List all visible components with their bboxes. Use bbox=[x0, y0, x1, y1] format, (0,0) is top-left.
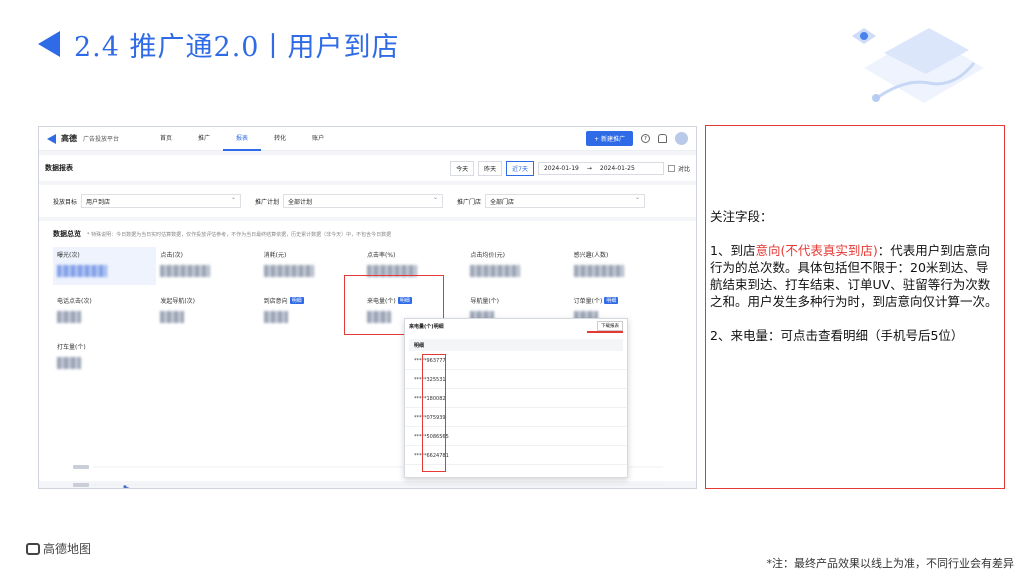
metric-value-blurred bbox=[263, 265, 314, 277]
title-arrow-icon bbox=[38, 31, 60, 57]
metric-interested[interactable]: 感兴趣(人数) bbox=[570, 247, 673, 285]
slide-title: 2.4 推广通2.0丨用户到店 bbox=[38, 26, 400, 63]
date-tab-today[interactable]: 今天 bbox=[450, 160, 475, 176]
metric-label: 打车量(个) bbox=[57, 344, 86, 351]
download-report-button[interactable]: 下载报表 bbox=[597, 321, 623, 331]
metric-value-blurred bbox=[57, 265, 107, 277]
y-tick-blurred bbox=[73, 465, 89, 469]
date-tab-7days[interactable]: 近7天 bbox=[506, 160, 534, 176]
filter-store-label: 推广门店 bbox=[457, 198, 482, 206]
metric-label: 订单量(个) bbox=[573, 298, 603, 305]
main-nav: 首页 推广 报表 转化 账户 bbox=[147, 127, 337, 151]
nav-account[interactable]: 账户 bbox=[299, 127, 337, 151]
detail-tag[interactable]: 明细 bbox=[604, 297, 619, 304]
avatar[interactable] bbox=[675, 132, 688, 145]
metric-label: 导航量(个) bbox=[470, 298, 500, 305]
filter-store: 推广门店 全部门店 bbox=[457, 194, 646, 208]
data-point bbox=[123, 485, 127, 488]
metric-value-blurred bbox=[160, 311, 185, 323]
filter-goal-select[interactable]: 用户到店 bbox=[81, 194, 242, 208]
filter-goal-label: 投放目标 bbox=[53, 198, 78, 206]
compare-toggle[interactable]: 对比 bbox=[667, 164, 690, 173]
metric-clicks[interactable]: 点击(次) bbox=[156, 247, 259, 285]
metric-label: 点击(次) bbox=[160, 252, 184, 259]
filter-store-select[interactable]: 全部门店 bbox=[485, 194, 646, 208]
series-line bbox=[124, 486, 130, 488]
overview-note: * 特殊说明：今日数据为当日实时估算数据，仅作投放评估参考，不作为当日最终结算依… bbox=[87, 232, 392, 238]
logo-arrow-icon bbox=[47, 133, 56, 144]
logo-subtitle: 广告投放平台 bbox=[83, 136, 120, 143]
metric-value-blurred bbox=[57, 357, 81, 369]
brand-logo: 高德地图 bbox=[26, 540, 91, 557]
metric-cpc[interactable]: 点击均价(元) bbox=[466, 247, 569, 285]
topbar-actions: + 新建推广 ? bbox=[586, 131, 688, 146]
help-icon[interactable]: ? bbox=[641, 134, 650, 143]
slide-title-text: 2.4 推广通2.0丨用户到店 bbox=[74, 31, 400, 63]
filter-plan: 推广计划 全部计划 bbox=[255, 194, 444, 208]
phone-column-highlight bbox=[422, 354, 446, 472]
note-1-prefix: 1、到店 bbox=[710, 243, 756, 258]
download-highlight-line bbox=[587, 331, 623, 333]
nav-conversion[interactable]: 转化 bbox=[261, 127, 299, 151]
metric-label: 曝光(次) bbox=[57, 252, 80, 259]
note-1: 1、到店意向(不代表真实到店)：代表用户到店意向行为的总次数。具体包括但不限于：… bbox=[710, 242, 1000, 310]
metric-label: 感兴趣(人数) bbox=[573, 252, 609, 259]
date-range-picker[interactable]: 2024-01-19 → 2024-01-25 bbox=[537, 161, 664, 175]
bell-icon[interactable] bbox=[658, 134, 667, 143]
metric-impressions[interactable]: 曝光(次) bbox=[53, 247, 157, 285]
date-tab-yesterday[interactable]: 昨天 bbox=[478, 160, 503, 176]
overview-title: 数据总览 bbox=[53, 230, 81, 238]
filter-bar: 投放目标 用户到店 推广计划 全部计划 推广门店 全部门店 bbox=[39, 185, 696, 217]
popup-column-header: 明细 bbox=[409, 339, 623, 351]
notes-heading: 关注字段： bbox=[710, 209, 773, 224]
nav-reports[interactable]: 报表 bbox=[223, 127, 262, 151]
page-header: 数据报表 今天 昨天 近7天 2024-01-19 → 2024-01-25 对… bbox=[39, 155, 696, 181]
date-controls: 今天 昨天 近7天 2024-01-19 → 2024-01-25 对比 bbox=[450, 160, 690, 176]
metric-value-blurred bbox=[470, 265, 521, 277]
new-campaign-button[interactable]: + 新建推广 bbox=[586, 131, 633, 146]
date-end: 2024-01-25 bbox=[599, 164, 635, 172]
amap-logo-icon bbox=[26, 542, 40, 555]
brand-text: 高德地图 bbox=[43, 542, 92, 556]
metric-value-blurred bbox=[57, 311, 81, 323]
note-2: 2、来电量：可点击查看明细（手机号后5位） bbox=[710, 328, 964, 343]
app-logo[interactable]: 高德 广告投放平台 bbox=[47, 133, 119, 144]
metric-navigations[interactable]: 发起导航(次) bbox=[156, 293, 259, 331]
metric-label: 到店意向 bbox=[263, 298, 288, 305]
date-separator: → bbox=[586, 164, 592, 172]
nav-promote[interactable]: 推广 bbox=[185, 127, 223, 151]
metric-label: 消耗(元) bbox=[263, 252, 287, 259]
metric-label: 电话点击(次) bbox=[57, 298, 92, 305]
note-1-highlight: 意向(不代表真实到店) bbox=[755, 243, 878, 258]
metric-value-blurred bbox=[573, 265, 624, 277]
nav-home[interactable]: 首页 bbox=[147, 127, 185, 151]
page-title: 数据报表 bbox=[45, 164, 73, 172]
date-start: 2024-01-19 bbox=[543, 164, 579, 172]
metric-value-blurred bbox=[263, 311, 288, 323]
filter-goal: 投放目标 用户到店 bbox=[53, 194, 242, 208]
popup-title: 来电量(个)明细 bbox=[409, 323, 444, 330]
notes-panel: 关注字段： 1、到店意向(不代表真实到店)：代表用户到店意向行为的总次数。具体包… bbox=[705, 125, 1005, 489]
footnote: *注：最终产品效果以线上为准，不同行业会有差异 bbox=[766, 557, 1015, 570]
compare-checkbox[interactable] bbox=[667, 164, 675, 172]
metric-rides[interactable]: 打车量(个) bbox=[53, 339, 156, 377]
top-bar: 高德 广告投放平台 首页 推广 报表 转化 账户 + 新建推广 ? bbox=[39, 127, 696, 151]
compare-label: 对比 bbox=[677, 165, 690, 173]
filter-plan-label: 推广计划 bbox=[255, 198, 280, 206]
detail-tag[interactable]: 明细 bbox=[289, 297, 304, 304]
y-tick-blurred bbox=[73, 483, 89, 487]
logo-text: 高德 bbox=[61, 134, 77, 143]
metric-value-blurred bbox=[160, 265, 211, 277]
decorative-cube-icon bbox=[852, 28, 984, 103]
filter-plan-select[interactable]: 全部计划 bbox=[283, 194, 444, 208]
metric-label: 点击率(%) bbox=[367, 252, 396, 259]
metric-phone-clicks[interactable]: 电话点击(次) bbox=[53, 293, 156, 331]
metric-label: 点击均价(元) bbox=[470, 252, 506, 259]
metric-label: 发起导航(次) bbox=[160, 298, 196, 305]
calls-detail-popup: 来电量(个)明细 下载报表 明细 *****963777 *****325531 *… bbox=[404, 318, 628, 478]
